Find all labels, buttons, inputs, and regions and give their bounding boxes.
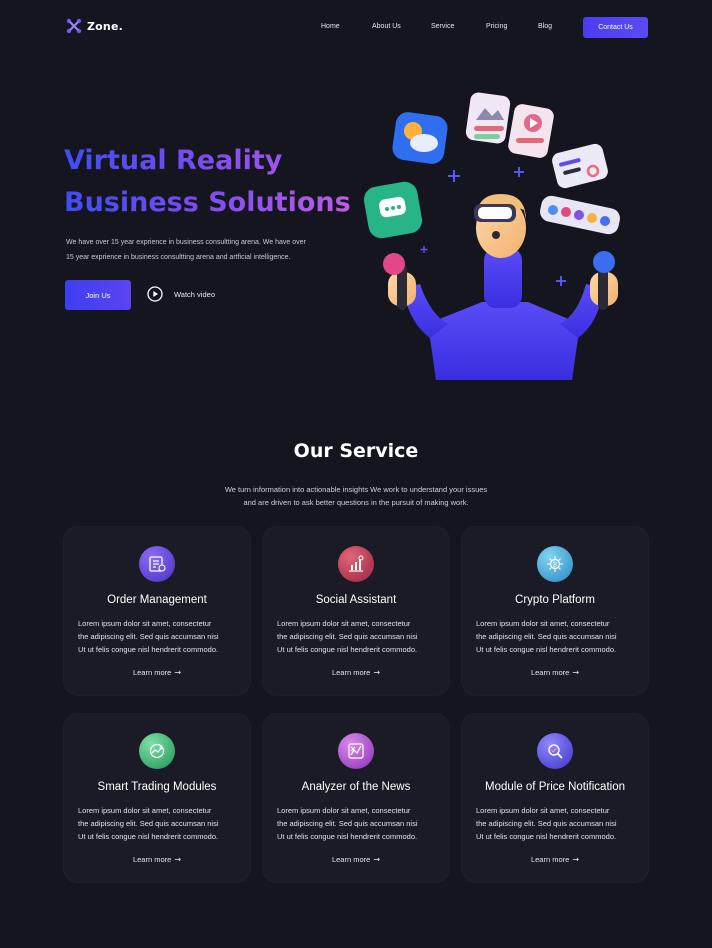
card-text-line-2: the adipiscing elit. Sed quis accumsan n… — [78, 632, 219, 641]
card-text-line-2: the adipiscing elit. Sed quis accumsan n… — [277, 819, 418, 828]
learn-more-link[interactable]: Learn more → — [263, 668, 449, 677]
card-text: Lorem ipsum dolor sit amet, consectetur … — [277, 804, 437, 843]
hero-title-line-1: Virtual Reality — [64, 140, 364, 182]
nav-about-us[interactable]: About Us — [372, 23, 401, 30]
watch-video-label: Watch video — [174, 289, 215, 299]
nav-service[interactable]: Service — [431, 23, 454, 30]
card-text: Lorem ipsum dolor sit amet, consectetur … — [78, 804, 238, 843]
learn-more-label: Learn more — [132, 668, 172, 677]
card-text: Lorem ipsum dolor sit amet, consectetur … — [476, 617, 636, 656]
card-title: Module of Price Notification — [485, 781, 625, 793]
svg-text:₿: ₿ — [553, 561, 558, 568]
watch-video-button[interactable]: Watch video — [147, 286, 215, 302]
card-text-line-1: Lorem ipsum dolor sit amet, consectetur — [476, 619, 610, 628]
learn-more-link[interactable]: Learn more → — [462, 668, 648, 677]
service-card-order-management: Order Management Lorem ipsum dolor sit a… — [64, 527, 250, 695]
card-title: Order Management — [107, 594, 207, 606]
card-text: Lorem ipsum dolor sit amet, consectetur … — [78, 617, 238, 656]
order-icon — [139, 546, 175, 582]
weather-card-icon — [392, 112, 448, 164]
card-text-line-1: Lorem ipsum dolor sit amet, consectetur — [78, 619, 212, 628]
card-text: Lorem ipsum dolor sit amet, consectetur … — [476, 804, 636, 843]
video-card-icon — [508, 104, 554, 158]
card-text-line-1: Lorem ipsum dolor sit amet, consectetur — [476, 806, 610, 815]
card-title: Analyzer of the News — [301, 781, 411, 793]
card-text-line-1: Lorem ipsum dolor sit amet, consectetur — [277, 619, 411, 628]
hero-description: We have over 15 year exprience in busine… — [66, 236, 348, 265]
learn-more-label: Learn more — [530, 668, 570, 677]
join-us-button[interactable]: Join Us — [65, 280, 131, 310]
arrow-right-icon: → — [373, 855, 381, 864]
hero-desc-line-1: We have over 15 year exprience in busine… — [66, 239, 306, 246]
brand-name: Zone. — [87, 19, 124, 33]
hero-title: Virtual Reality Business Solutions — [64, 140, 364, 224]
vr-person-illustration — [363, 92, 620, 380]
learn-more-link[interactable]: Learn more → — [462, 855, 648, 864]
card-text-line-2: the adipiscing elit. Sed quis accumsan n… — [277, 632, 418, 641]
color-palette-icon — [540, 195, 620, 235]
trading-icon — [139, 733, 175, 769]
contact-us-button[interactable]: Contact Us — [583, 17, 648, 38]
nav-pricing[interactable]: Pricing — [486, 23, 507, 30]
arrow-right-icon: → — [572, 855, 580, 864]
service-card-analyzer-of-the-news: Analyzer of the News Lorem ipsum dolor s… — [263, 714, 449, 882]
card-title: Smart Trading Modules — [97, 781, 217, 793]
learn-more-label: Learn more — [331, 668, 371, 677]
logo-mark-icon — [66, 18, 82, 34]
chat-card-icon — [363, 181, 423, 239]
hero-title-line-2: Business Solutions — [64, 182, 364, 224]
learn-more-link[interactable]: Learn more → — [64, 668, 250, 677]
crypto-icon: ₿ — [537, 546, 573, 582]
learn-more-label: Learn more — [530, 855, 570, 864]
service-card-social-assistant: Social Assistant Lorem ipsum dolor sit a… — [263, 527, 449, 695]
card-text-line-2: the adipiscing elit. Sed quis accumsan n… — [476, 819, 617, 828]
services-desc-line-1: We turn information into actionable insi… — [224, 485, 488, 494]
card-title: Social Assistant — [315, 594, 397, 606]
card-title: Crypto Platform — [515, 594, 595, 606]
brand-logo[interactable]: Zone. — [66, 18, 123, 34]
analyzer-icon — [338, 733, 374, 769]
card-text-line-3: Ut ut felis congue nisl hendrerit commod… — [277, 832, 418, 841]
service-card-smart-trading-modules: Smart Trading Modules Lorem ipsum dolor … — [64, 714, 250, 882]
card-text-line-3: Ut ut felis congue nisl hendrerit commod… — [476, 832, 617, 841]
services-description: We turn information into actionable insi… — [0, 483, 712, 509]
nav-home[interactable]: Home — [321, 23, 340, 30]
card-text-line-3: Ut ut felis congue nisl hendrerit commod… — [476, 645, 617, 654]
service-card-crypto-platform: ₿ Crypto Platform Lorem ipsum dolor sit … — [462, 527, 648, 695]
learn-more-link[interactable]: Learn more → — [263, 855, 449, 864]
card-text-line-2: the adipiscing elit. Sed quis accumsan n… — [78, 819, 219, 828]
arrow-right-icon: → — [572, 668, 580, 677]
nav-blog[interactable]: Blog — [538, 23, 552, 30]
image-card-icon — [465, 92, 511, 144]
services-title: Our Service — [293, 440, 419, 462]
arrow-right-icon: → — [373, 668, 381, 677]
arrow-right-icon: → — [174, 855, 182, 864]
card-text-line-1: Lorem ipsum dolor sit amet, consectetur — [277, 806, 411, 815]
card-text-line-3: Ut ut felis congue nisl hendrerit commod… — [78, 645, 219, 654]
price-search-icon — [537, 733, 573, 769]
learn-more-label: Learn more — [331, 855, 371, 864]
services-desc-line-2: and are driven to ask better questions i… — [243, 498, 469, 507]
chart-icon — [338, 546, 374, 582]
arrow-right-icon: → — [174, 668, 182, 677]
learn-more-link[interactable]: Learn more → — [64, 855, 250, 864]
card-text-line-3: Ut ut felis congue nisl hendrerit commod… — [277, 645, 418, 654]
settings-card-icon — [552, 143, 608, 189]
service-card-module-of-price-notification: Module of Price Notification Lorem ipsum… — [462, 714, 648, 882]
card-text: Lorem ipsum dolor sit amet, consectetur … — [277, 617, 437, 656]
play-circle-icon — [147, 286, 163, 302]
card-text-line-2: the adipiscing elit. Sed quis accumsan n… — [476, 632, 617, 641]
hero-desc-line-2: 15 year exprience in business consulttin… — [66, 253, 291, 261]
card-text-line-3: Ut ut felis congue nisl hendrerit commod… — [78, 832, 219, 841]
card-text-line-1: Lorem ipsum dolor sit amet, consectetur — [78, 806, 212, 815]
learn-more-label: Learn more — [132, 855, 172, 864]
top-nav: Zone. Home About Us Service Pricing Blog… — [0, 0, 712, 56]
